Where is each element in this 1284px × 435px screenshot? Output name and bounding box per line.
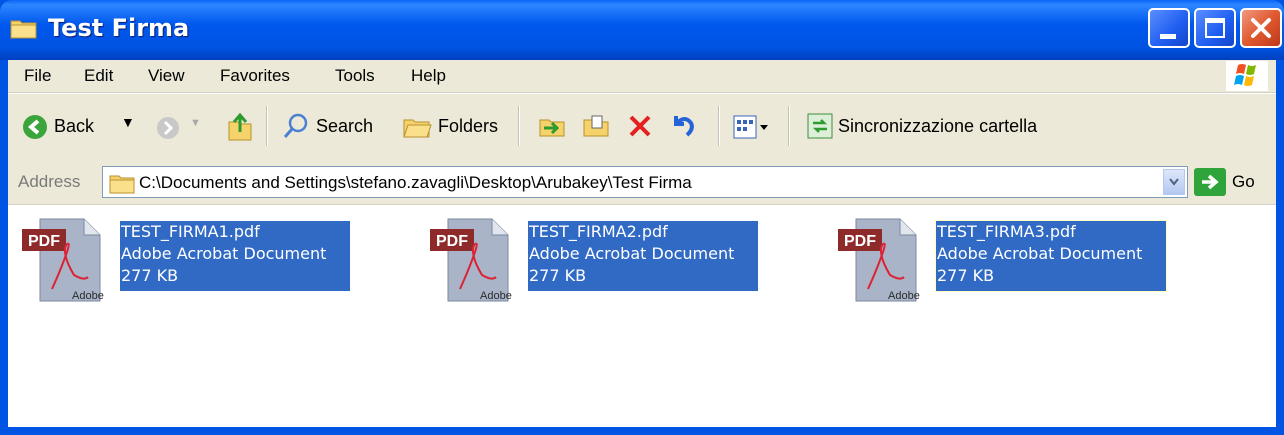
file-type: Adobe Acrobat Document [937, 244, 1143, 263]
close-button[interactable] [1240, 8, 1282, 48]
forward-dropdown-icon[interactable]: ▼ [190, 117, 201, 129]
standard-toolbar: Back ▼ ▼ Search Folders Sincronizzazione… [8, 93, 1276, 161]
maximize-button[interactable] [1194, 8, 1236, 48]
copy-to-icon[interactable] [582, 112, 610, 140]
file-size: 277 KB [529, 266, 587, 285]
up-folder-icon[interactable] [226, 110, 254, 142]
sync-folder-button[interactable]: Sincronizzazione cartella [838, 116, 1037, 137]
folder-icon [10, 20, 37, 39]
minimize-button[interactable] [1148, 8, 1190, 48]
pdf-file-icon: PDF Adobe [22, 218, 104, 302]
address-label: Address [18, 172, 81, 191]
search-icon [283, 113, 308, 138]
back-dropdown-icon[interactable]: ▼ [121, 114, 135, 130]
forward-arrow-icon[interactable] [156, 116, 180, 140]
go-label[interactable]: Go [1232, 172, 1255, 192]
file-item[interactable]: PDF Adobe TEST_FIRMA3.pdf Adobe Acrobat … [836, 215, 1186, 302]
file-item[interactable]: PDF Adobe TEST_FIRMA1.pdf Adobe Acrobat … [20, 215, 370, 302]
file-type: Adobe Acrobat Document [121, 244, 327, 263]
chevron-down-icon [1169, 178, 1179, 186]
undo-icon[interactable] [668, 110, 698, 140]
search-button[interactable]: Search [316, 116, 373, 137]
folders-button[interactable]: Folders [438, 116, 498, 137]
pdf-icon-brand: Adobe [72, 290, 104, 302]
file-name: TEST_FIRMA3.pdf [937, 222, 1076, 241]
address-input[interactable]: C:\Documents and Settings\stefano.zavagl… [102, 166, 1188, 198]
explorer-window: Test Firma File Edit View Favorites Tool… [0, 0, 1284, 435]
file-view[interactable]: PDF Adobe TEST_FIRMA1.pdf Adobe Acrobat … [8, 205, 1276, 427]
file-size: 277 KB [121, 266, 179, 285]
back-button[interactable]: Back [54, 116, 94, 137]
sync-folder-icon [807, 113, 833, 139]
windows-logo-icon [1226, 61, 1268, 91]
menu-file[interactable]: File [24, 66, 51, 86]
views-icon[interactable] [732, 114, 772, 140]
pdf-file-icon: PDF Adobe [430, 218, 512, 302]
address-bar: Address C:\Documents and Settings\stefan… [8, 160, 1276, 205]
pdf-icon-label: PDF [28, 233, 60, 250]
back-arrow-icon[interactable] [22, 114, 48, 140]
folder-icon [109, 175, 135, 194]
window-bottom-border [0, 427, 1284, 435]
pdf-icon-brand: Adobe [480, 290, 512, 302]
close-icon [1251, 18, 1271, 38]
pdf-icon-brand: Adobe [888, 290, 920, 302]
menu-tools[interactable]: Tools [335, 66, 375, 86]
title-bar[interactable]: Test Firma [0, 0, 1284, 60]
go-arrow-icon [1202, 174, 1219, 190]
pdf-icon-label: PDF [844, 233, 876, 250]
file-item[interactable]: PDF Adobe TEST_FIRMA2.pdf Adobe Acrobat … [428, 215, 778, 302]
go-button[interactable] [1194, 168, 1226, 196]
address-dropdown-button[interactable] [1163, 169, 1185, 195]
folders-icon [403, 119, 432, 138]
move-to-icon[interactable] [538, 112, 566, 140]
address-path: C:\Documents and Settings\stefano.zavagl… [139, 173, 692, 192]
file-size: 277 KB [937, 266, 995, 285]
menu-help[interactable]: Help [411, 66, 446, 86]
delete-icon[interactable] [626, 112, 654, 140]
file-name: TEST_FIRMA1.pdf [121, 222, 260, 241]
menu-edit[interactable]: Edit [84, 66, 113, 86]
file-name: TEST_FIRMA2.pdf [529, 222, 668, 241]
pdf-file-icon: PDF Adobe [838, 218, 920, 302]
window-title: Test Firma [48, 14, 190, 42]
menu-bar: File Edit View Favorites Tools Help [8, 60, 1276, 93]
file-type: Adobe Acrobat Document [529, 244, 735, 263]
pdf-icon-label: PDF [436, 233, 468, 250]
menu-favorites[interactable]: Favorites [220, 66, 290, 86]
menu-view[interactable]: View [148, 66, 185, 86]
